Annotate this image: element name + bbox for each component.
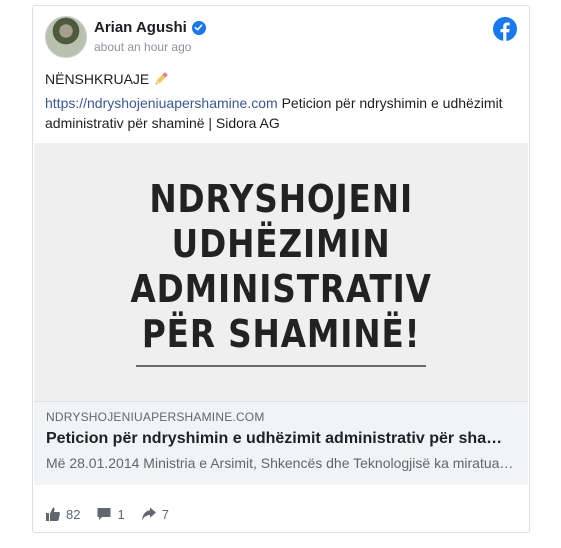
post-author: Arian Agushi xyxy=(94,19,206,36)
avatar[interactable] xyxy=(45,16,87,58)
comment-count: 1 xyxy=(117,506,125,522)
link-preview-meta[interactable]: NDRYSHOJENIUAPERSHAMINE.COM Peticion për… xyxy=(34,401,528,485)
facebook-logo-icon[interactable] xyxy=(493,17,517,41)
preview-domain: NDRYSHOJENIUAPERSHAMINE.COM xyxy=(46,410,265,424)
verified-badge-icon xyxy=(191,20,206,35)
post-link-url[interactable]: https://ndryshojeniuapershamine.com xyxy=(45,95,278,111)
post-link-line: https://ndryshojeniuapershamine.com Peti… xyxy=(45,93,515,133)
thumbs-up-icon xyxy=(46,507,60,521)
preview-headline-line: PËR SHAMINË! xyxy=(141,312,421,356)
preview-underline-divider xyxy=(136,365,426,367)
share-arrow-icon xyxy=(141,507,156,521)
comment-icon xyxy=(97,508,111,520)
link-preview-image[interactable]: NDRYSHOJENI UDHËZIMIN ADMINISTRATIV PËR … xyxy=(34,143,528,401)
like-button[interactable]: 82 xyxy=(45,506,80,522)
post-text-content: NËNSHKRUAJE xyxy=(45,71,150,87)
preview-headline-line: ADMINISTRATIV xyxy=(130,267,432,311)
post-actions: 82 1 7 xyxy=(45,506,169,522)
comment-button[interactable]: 1 xyxy=(96,506,125,522)
post-timestamp[interactable]: about an hour ago xyxy=(94,40,191,54)
preview-headline-line: NDRYSHOJENI xyxy=(149,177,413,221)
preview-headline-line: UDHËZIMIN xyxy=(171,222,391,266)
pencil-emoji-icon xyxy=(155,72,168,85)
preview-title[interactable]: Peticion për ndryshimin e udhëzimit admi… xyxy=(46,430,516,448)
preview-description: Më 28.01.2014 Ministria e Arsimit, Shken… xyxy=(46,455,516,471)
share-count: 7 xyxy=(161,506,169,522)
like-count: 82 xyxy=(66,506,81,522)
post-card: Arian Agushi about an hour ago NËNSHKRUA… xyxy=(32,5,530,533)
preview-headline: NDRYSHOJENI UDHËZIMIN ADMINISTRATIV PËR … xyxy=(130,177,431,357)
share-button[interactable]: 7 xyxy=(141,506,169,522)
author-name[interactable]: Arian Agushi xyxy=(94,19,187,36)
post-text: NËNSHKRUAJE xyxy=(45,70,169,88)
